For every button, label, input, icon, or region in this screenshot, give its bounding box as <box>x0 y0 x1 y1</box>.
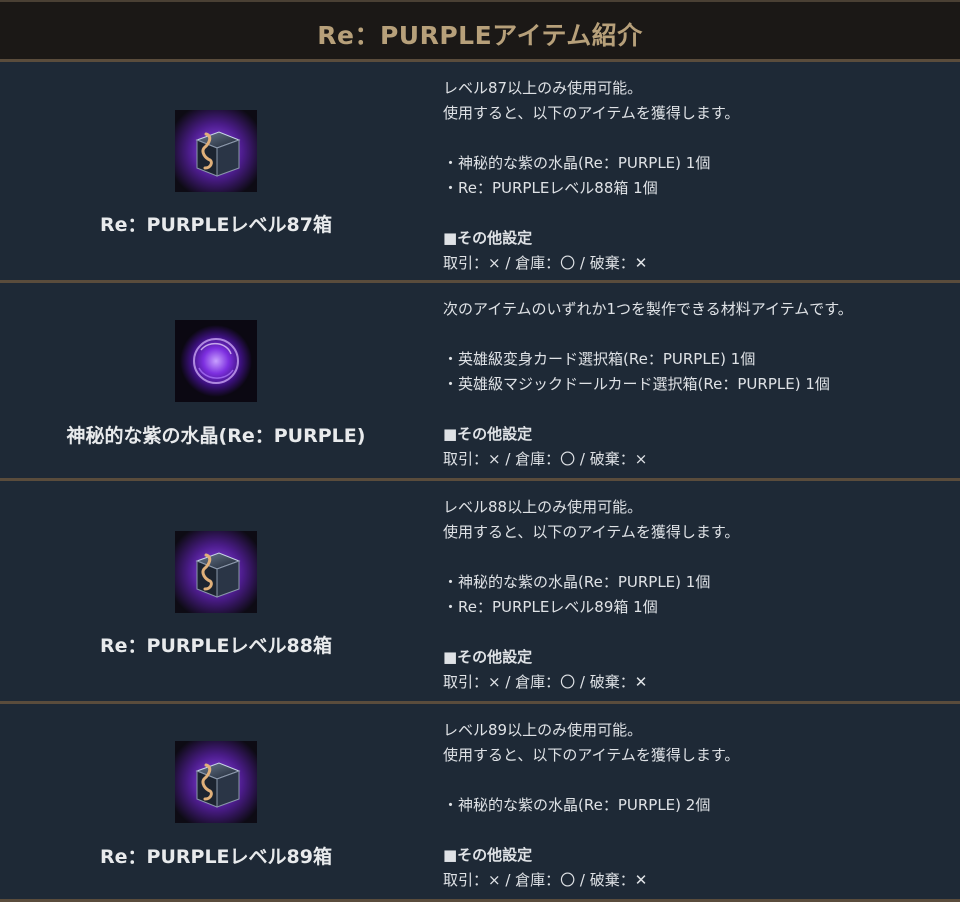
description-line: ・Re：PURPLEレベル88箱 1個 <box>443 179 658 197</box>
description-line: レベル88以上のみ使用可能。 <box>443 498 643 516</box>
description-line <box>443 201 953 226</box>
purple-treasure-box-icon <box>175 110 257 192</box>
item-identity: 神秘的な紫の水晶(Re：PURPLE) <box>0 283 432 478</box>
description-line <box>443 322 953 347</box>
item-identity: Re：PURPLEレベル87箱 <box>0 62 432 280</box>
description-line: 使用すると、以下のアイテムを獲得します。 <box>443 523 740 541</box>
settings-text: 取引：× / 倉庫：〇 / 破棄：✕ <box>443 254 648 272</box>
page-title: Re：PURPLEアイテム紹介 <box>317 20 643 50</box>
item-identity: Re：PURPLEレベル88箱 <box>0 481 432 701</box>
description-line: ・神秘的な紫の水晶(Re：PURPLE) 1個 <box>443 154 711 172</box>
description-line: レベル89以上のみ使用可能。 <box>443 721 643 739</box>
description-line: ・英雄級マジックドールカード選択箱(Re：PURPLE) 1個 <box>443 375 830 393</box>
item-identity: Re：PURPLEレベル89箱 <box>0 704 432 899</box>
purple-treasure-box-icon <box>175 741 257 823</box>
description-line <box>443 126 953 151</box>
settings-text: 取引：× / 倉庫：〇 / 破棄：✕ <box>443 871 648 889</box>
purple-crystal-orb-icon <box>175 320 257 402</box>
settings-text: 取引：× / 倉庫：〇 / 破棄：✕ <box>443 673 648 691</box>
item-name: Re：PURPLEレベル88箱 <box>100 635 332 657</box>
description-line <box>443 818 953 843</box>
item-description: レベル88以上のみ使用可能。 使用すると、以下のアイテムを獲得します。 ・神秘的… <box>443 495 953 695</box>
item-name: Re：PURPLEレベル89箱 <box>100 846 332 868</box>
description-line: 使用すると、以下のアイテムを獲得します。 <box>443 104 740 122</box>
item-description: レベル89以上のみ使用可能。 使用すると、以下のアイテムを獲得します。 ・神秘的… <box>443 718 953 893</box>
description-line <box>443 397 953 422</box>
settings-heading: ■その他設定 <box>443 425 533 443</box>
item-row: 神秘的な紫の水晶(Re：PURPLE) 次のアイテムのいずれか1つを製作できる材… <box>0 283 960 478</box>
description-line: レベル87以上のみ使用可能。 <box>443 79 643 97</box>
item-row: Re：PURPLEレベル89箱 レベル89以上のみ使用可能。 使用すると、以下の… <box>0 704 960 899</box>
settings-text: 取引：× / 倉庫：〇 / 破棄：× <box>443 450 648 468</box>
item-name: Re：PURPLEレベル87箱 <box>100 214 332 236</box>
description-line: ・Re：PURPLEレベル89箱 1個 <box>443 598 658 616</box>
settings-heading: ■その他設定 <box>443 229 533 247</box>
item-description: 次のアイテムのいずれか1つを製作できる材料アイテムです。 ・英雄級変身カード選択… <box>443 297 953 472</box>
settings-heading: ■その他設定 <box>443 648 533 666</box>
settings-heading: ■その他設定 <box>443 846 533 864</box>
description-line <box>443 768 953 793</box>
description-line <box>443 620 953 645</box>
item-description: レベル87以上のみ使用可能。 使用すると、以下のアイテムを獲得します。 ・神秘的… <box>443 76 953 276</box>
item-name: 神秘的な紫の水晶(Re：PURPLE) <box>66 425 366 447</box>
description-line <box>443 545 953 570</box>
description-line: ・神秘的な紫の水晶(Re：PURPLE) 1個 <box>443 573 711 591</box>
description-line: 使用すると、以下のアイテムを獲得します。 <box>443 746 740 764</box>
description-line: 次のアイテムのいずれか1つを製作できる材料アイテムです。 <box>443 300 853 318</box>
purple-treasure-box-icon <box>175 531 257 613</box>
description-line: ・神秘的な紫の水晶(Re：PURPLE) 2個 <box>443 796 711 814</box>
item-row: Re：PURPLEレベル87箱 レベル87以上のみ使用可能。 使用すると、以下の… <box>0 62 960 280</box>
page-header: Re：PURPLEアイテム紹介 <box>0 0 960 59</box>
description-line: ・英雄級変身カード選択箱(Re：PURPLE) 1個 <box>443 350 756 368</box>
item-row: Re：PURPLEレベル88箱 レベル88以上のみ使用可能。 使用すると、以下の… <box>0 481 960 701</box>
